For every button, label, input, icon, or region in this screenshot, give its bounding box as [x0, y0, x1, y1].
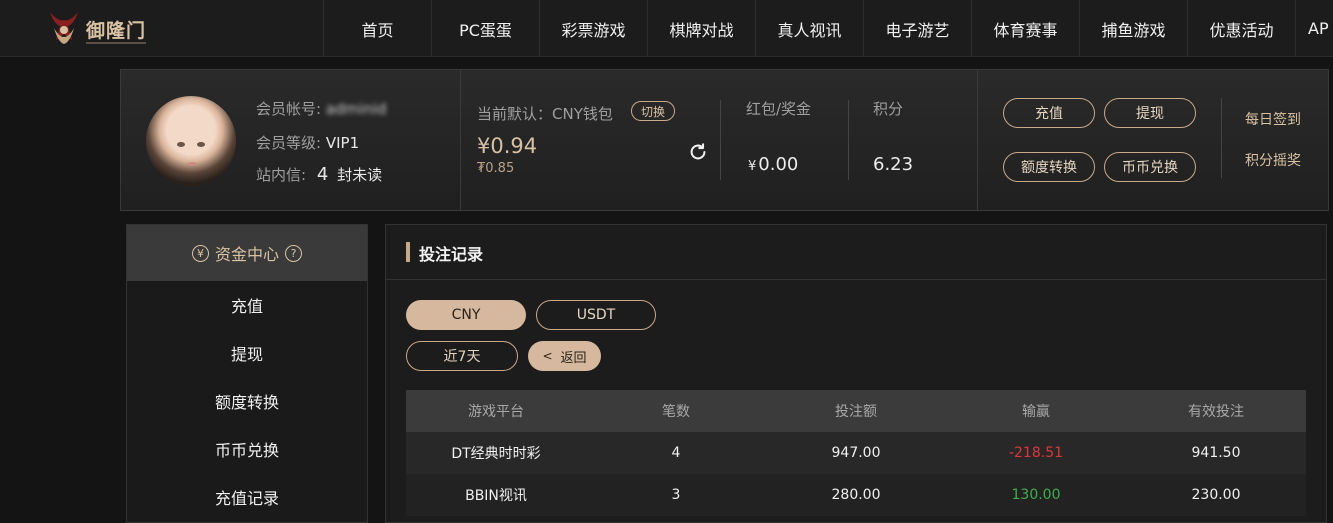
help-icon[interactable]: ?	[285, 244, 302, 262]
nav-fishing[interactable]: 捕鱼游戏	[1079, 0, 1187, 57]
deposit-button[interactable]: 充值	[1003, 98, 1095, 128]
inbox-label: 站内信:	[256, 166, 307, 184]
avatar-eye-left	[177, 142, 185, 147]
bonus-label: 红包/奖金	[746, 100, 812, 118]
cell-count: 4	[671, 445, 681, 461]
withdraw-button[interactable]: 提现	[1104, 98, 1196, 128]
logo-text: 御隆门	[86, 20, 147, 42]
avatar	[146, 96, 236, 186]
divider	[720, 100, 721, 180]
cell-platform: DT经典时时彩	[451, 446, 541, 462]
cell-valid-bet: 941.50	[1191, 445, 1241, 461]
cell-bet-amount: 280.00	[831, 487, 881, 503]
cell-bet-amount: 947.00	[831, 445, 881, 461]
cell-valid-bet: 230.00	[1191, 487, 1241, 503]
nav-live-video[interactable]: 真人视讯	[755, 0, 863, 57]
refresh-icon[interactable]	[687, 141, 709, 163]
level-label: 会员等级:	[256, 134, 322, 152]
col-count: 笔数	[662, 404, 690, 420]
divider	[1221, 98, 1222, 178]
logo-underline	[86, 42, 146, 44]
exchange-button[interactable]: 币币兑换	[1104, 152, 1196, 182]
member-profile-section: 会员帐号: adminid 会员等级: VIP1 站内信: 4 封未读	[121, 70, 461, 210]
divider	[848, 100, 849, 180]
bonus-amount: 0.00	[758, 154, 799, 175]
cell-win-loss: 130.00	[1011, 487, 1061, 503]
sidebar-item-deposit[interactable]: 充值	[127, 281, 367, 329]
inbox-count: 4	[316, 164, 329, 185]
logo-emblem-icon	[50, 12, 78, 44]
avatar-eye-right	[197, 142, 205, 147]
col-platform: 游戏平台	[468, 404, 524, 420]
bet-records-table: 游戏平台 笔数 投注额 输赢 有效投注 DT经典时时彩 4 947.00 -21…	[406, 390, 1306, 516]
main-nav: 首页 PC蛋蛋 彩票游戏 棋牌对战 真人视讯 电子游艺 体育赛事 捕鱼游戏 优惠…	[323, 0, 1333, 57]
daily-checkin-link[interactable]: 每日签到	[1245, 109, 1301, 129]
sidebar-title: 资金中心	[214, 245, 279, 264]
back-label: 返回	[560, 350, 587, 366]
sidebar-item-exchange[interactable]: 币币兑换	[127, 425, 367, 473]
transfer-button[interactable]: 额度转换	[1003, 152, 1095, 182]
nav-sports[interactable]: 体育赛事	[971, 0, 1079, 57]
top-navbar: 御隆门 首页 PC蛋蛋 彩票游戏 棋牌对战 真人视讯 电子游艺 体育赛事 捕鱼游…	[0, 0, 1333, 57]
table-header-row: 游戏平台 笔数 投注额 输赢 有效投注	[406, 390, 1306, 432]
account-value: adminid	[325, 100, 387, 118]
cell-win-loss: -218.51	[1008, 445, 1064, 461]
wallet-section: 当前默认：CNY钱包 切换 ¥0.94 ₮0.85 红包/奖金 ¥0.00 积分…	[461, 70, 978, 210]
sidebar-item-transfer[interactable]: 额度转换	[127, 377, 367, 425]
tab-cny[interactable]: CNY	[406, 300, 526, 330]
col-bet-amount: 投注额	[835, 404, 877, 420]
bonus-value: ¥0.00	[748, 154, 798, 175]
sidebar-header: ¥ 资金中心 ?	[127, 225, 367, 281]
nav-electronic-games[interactable]: 电子游艺	[863, 0, 971, 57]
avatar-mouth	[187, 162, 197, 166]
site-logo[interactable]: 御隆门	[44, 6, 154, 52]
chevron-left-icon: <	[542, 349, 553, 363]
cell-count: 3	[671, 487, 681, 503]
points-value: 6.23	[873, 154, 914, 175]
title-accent-bar	[406, 242, 410, 262]
table-row: DT经典时时彩 4 947.00 -218.51 941.50	[406, 432, 1306, 474]
sidebar-item-deposit-records[interactable]: 充值记录	[127, 473, 367, 521]
back-button[interactable]: < 返回	[528, 341, 601, 371]
nav-lottery[interactable]: 彩票游戏	[539, 0, 647, 57]
nav-app[interactable]: AP	[1295, 0, 1333, 57]
level-value: VIP1	[325, 134, 360, 152]
cell-platform: BBIN视讯	[465, 488, 527, 504]
period-select[interactable]: 近7天	[406, 341, 518, 371]
currency-icon: ¥	[191, 244, 209, 262]
wallet-balance: ¥0.94	[477, 134, 538, 158]
inbox-row[interactable]: 站内信: 4 封未读	[256, 164, 382, 185]
inbox-unit: 封未读	[337, 166, 383, 184]
bonus-currency: ¥	[748, 159, 757, 174]
points-label: 积分	[873, 100, 904, 118]
page-title: 投注记录	[419, 245, 484, 264]
wallet-balance-usdt: ₮0.85	[477, 161, 515, 176]
account-label: 会员帐号:	[256, 100, 322, 118]
col-valid-bet: 有效投注	[1188, 404, 1244, 420]
panel-header: 投注记录	[386, 225, 1326, 280]
account-row: 会员帐号: adminid	[256, 98, 387, 119]
wallet-switch-button[interactable]: 切换	[631, 101, 675, 121]
nav-promotions[interactable]: 优惠活动	[1187, 0, 1295, 57]
nav-pc-egg[interactable]: PC蛋蛋	[431, 0, 539, 57]
fund-center-sidebar: ¥ 资金中心 ? 充值 提现 额度转换 币币兑换 充值记录	[126, 224, 368, 523]
points-lottery-link[interactable]: 积分摇奖	[1245, 150, 1301, 170]
tab-usdt[interactable]: USDT	[536, 300, 656, 330]
nav-chess-cards[interactable]: 棋牌对战	[647, 0, 755, 57]
wallet-default-label: 当前默认：CNY钱包	[477, 105, 613, 123]
table-row: BBIN视讯 3 280.00 130.00 230.00	[406, 474, 1306, 516]
bet-records-panel: 投注记录 CNY USDT 近7天 < 返回 游戏平台 笔数 投注额 输赢 有效…	[385, 224, 1327, 523]
member-info-panel: 会员帐号: adminid 会员等级: VIP1 站内信: 4 封未读 当前默认…	[120, 69, 1329, 211]
quick-actions-section: 充值 提现 额度转换 币币兑换 每日签到 积分摇奖	[978, 70, 1328, 210]
sidebar-item-withdraw[interactable]: 提现	[127, 329, 367, 377]
col-win-loss: 输赢	[1022, 404, 1050, 420]
nav-home[interactable]: 首页	[323, 0, 431, 57]
level-row: 会员等级: VIP1	[256, 132, 359, 153]
